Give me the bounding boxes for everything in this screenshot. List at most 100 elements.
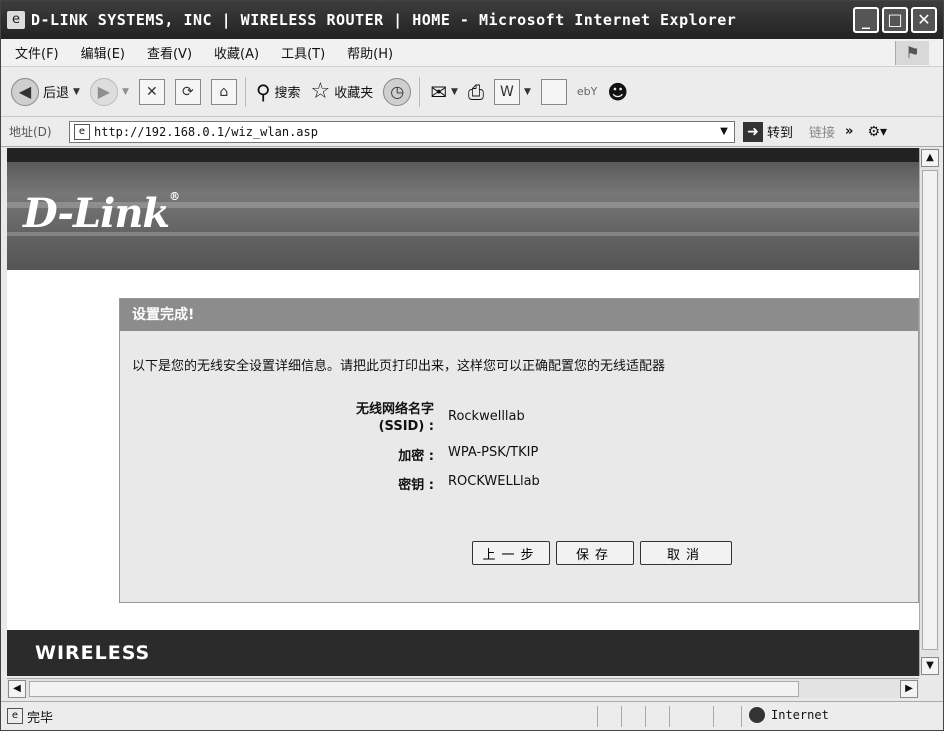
vertical-scroll-thumb[interactable] [922, 170, 938, 650]
status-divider [621, 706, 622, 727]
dlink-logo-text: D-Link [23, 190, 170, 237]
refresh-button[interactable]: ⟳ [174, 78, 201, 105]
back-button[interactable]: ◀ 后退 ▼ [11, 77, 80, 106]
horizontal-scroll-thumb[interactable] [29, 681, 799, 697]
address-input[interactable]: e http://192.168.0.1/wiz_wlan.asp ▼ [69, 120, 735, 143]
panel-title: 设置完成! [120, 299, 918, 331]
edit-dropdown-icon[interactable]: ▼ [524, 87, 531, 97]
menu-edit[interactable]: 编辑(E) [81, 43, 125, 62]
status-divider [713, 706, 714, 727]
wizard-buttons: 上一步 保存 取消 [472, 541, 732, 565]
ssid-label: 无线网络名字 (SSID) : [290, 401, 434, 435]
mail-icon: ✉ [430, 79, 448, 104]
scroll-up-icon[interactable]: ▲ [921, 149, 939, 167]
ie-icon: e [7, 11, 25, 29]
note-icon [540, 78, 567, 105]
minimize-button[interactable]: _ [853, 7, 879, 33]
save-button[interactable]: 保存 [556, 541, 634, 565]
wireless-logo: WIRELESS [35, 642, 151, 664]
horizontal-scrollbar[interactable]: ◀ ▶ [7, 678, 919, 698]
stop-icon: ✕ [138, 78, 165, 105]
status-divider [669, 706, 670, 727]
go-arrow-icon: ➜ [743, 121, 763, 142]
page-top-strip [7, 148, 919, 162]
intro-text: 以下是您的无线安全设置详细信息。请把此页打印出来，这样您可以正确配置您的无线适配… [132, 359, 666, 374]
zone-text: Internet [771, 708, 829, 722]
page-viewport: D-Link® 设置完成! 以下是您的无线安全设置详细信息。请把此页打印出来，这… [7, 148, 919, 676]
messenger-icon: ☻ [607, 79, 629, 104]
window-title: D-LINK SYSTEMS, INC | WIRELESS ROUTER | … [31, 11, 737, 29]
ebay-icon: ebY [576, 85, 598, 98]
key-label: 密钥 : [398, 478, 434, 493]
mail-button[interactable]: ✉ ▼ [430, 80, 458, 104]
scroll-right-icon[interactable]: ▶ [900, 680, 918, 698]
globe-icon [749, 707, 765, 723]
status-text: 完毕 [27, 710, 54, 726]
mail-dropdown-icon[interactable]: ▼ [451, 87, 458, 97]
printer-icon: ⎙ [467, 79, 484, 104]
setup-complete-panel: 设置完成! 以下是您的无线安全设置详细信息。请把此页打印出来，这样您可以正确配置… [119, 298, 919, 603]
encryption-value: WPA-PSK/TKIP [448, 445, 539, 460]
ssid-row: 无线网络名字 (SSID) : Rockwelllab [120, 401, 919, 437]
back-arrow-icon: ◀ [11, 77, 39, 106]
status-bar: e 完毕 Internet [1, 701, 943, 730]
history-button[interactable]: ◷ [383, 77, 412, 106]
forward-arrow-icon: ▶ [89, 77, 118, 106]
window-controls: _ □ ✕ [853, 7, 937, 33]
key-value: ROCKWELLlab [448, 474, 540, 489]
security-zone: Internet [749, 707, 829, 723]
scroll-left-icon[interactable]: ◀ [8, 680, 26, 698]
encryption-label: 加密 : [398, 449, 434, 464]
menu-view[interactable]: 查看(V) [147, 43, 192, 62]
dlink-banner: D-Link® [7, 162, 919, 270]
toolbar-extension-icon[interactable]: ⚙▾ [867, 124, 887, 140]
close-button[interactable]: ✕ [911, 7, 937, 33]
prev-step-button[interactable]: 上一步 [472, 541, 550, 565]
menu-tools[interactable]: 工具(T) [281, 43, 325, 62]
registered-mark: ® [169, 190, 180, 203]
favorites-label: 收藏夹 [334, 86, 374, 101]
title-bar: e D-LINK SYSTEMS, INC | WIRELESS ROUTER … [1, 1, 943, 39]
vertical-scrollbar[interactable]: ▲ ▼ [919, 148, 939, 676]
back-dropdown-icon[interactable]: ▼ [73, 87, 80, 97]
links-label[interactable]: 链接 [809, 122, 835, 141]
go-button[interactable]: ➜ 转到 [743, 121, 794, 142]
browser-window: e D-LINK SYSTEMS, INC | WIRELESS ROUTER … [0, 0, 944, 731]
menu-favorites[interactable]: 收藏(A) [214, 43, 259, 62]
windows-logo-icon: ⚑ [895, 41, 929, 65]
edit-word-button[interactable]: W ▼ [493, 78, 531, 105]
refresh-icon: ⟳ [174, 78, 201, 105]
forward-dropdown-icon[interactable]: ▼ [122, 87, 129, 97]
print-button[interactable]: ⎙ [468, 80, 484, 104]
address-dropdown-icon[interactable]: ▼ [716, 124, 732, 140]
toolbar-separator [419, 76, 421, 107]
cancel-button[interactable]: 取消 [640, 541, 732, 565]
home-button[interactable]: ⌂ [210, 78, 237, 105]
search-icon: ⚲ [255, 79, 271, 104]
ebay-button[interactable]: ebY [577, 85, 597, 98]
back-label: 后退 [43, 86, 70, 101]
key-row: 密钥 : ROCKWELLlab [120, 474, 919, 494]
messenger-button[interactable]: ☻ [607, 80, 628, 104]
history-icon: ◷ [383, 77, 412, 106]
menu-help[interactable]: 帮助(H) [347, 43, 393, 62]
maximize-button[interactable]: □ [882, 7, 908, 33]
search-button[interactable]: ⚲ 搜索 [256, 80, 301, 104]
links-more-icon[interactable]: » [845, 124, 853, 139]
forward-button[interactable]: ▶ ▼ [89, 77, 129, 106]
stop-button[interactable]: ✕ [138, 78, 165, 105]
go-label: 转到 [767, 126, 794, 141]
search-label: 搜索 [274, 86, 301, 101]
toolbar: ◀ 后退 ▼ ▶ ▼ ✕ ⟳ ⌂ ⚲ 搜索 ☆ 收藏夹 ◷ ✉ ▼ ⎙ W ▼ … [1, 67, 943, 117]
menu-file[interactable]: 文件(F) [15, 43, 59, 62]
page-footer: WIRELESS [7, 630, 919, 676]
discuss-button[interactable] [540, 78, 567, 105]
favorites-button[interactable]: ☆ 收藏夹 [311, 79, 374, 104]
status-divider [741, 706, 742, 727]
word-icon: W [493, 78, 520, 105]
address-url[interactable]: http://192.168.0.1/wiz_wlan.asp [94, 125, 318, 139]
scroll-down-icon[interactable]: ▼ [921, 657, 939, 675]
encryption-row: 加密 : WPA-PSK/TKIP [120, 445, 919, 465]
dlink-logo: D-Link® [23, 190, 180, 237]
toolbar-separator [244, 76, 246, 107]
